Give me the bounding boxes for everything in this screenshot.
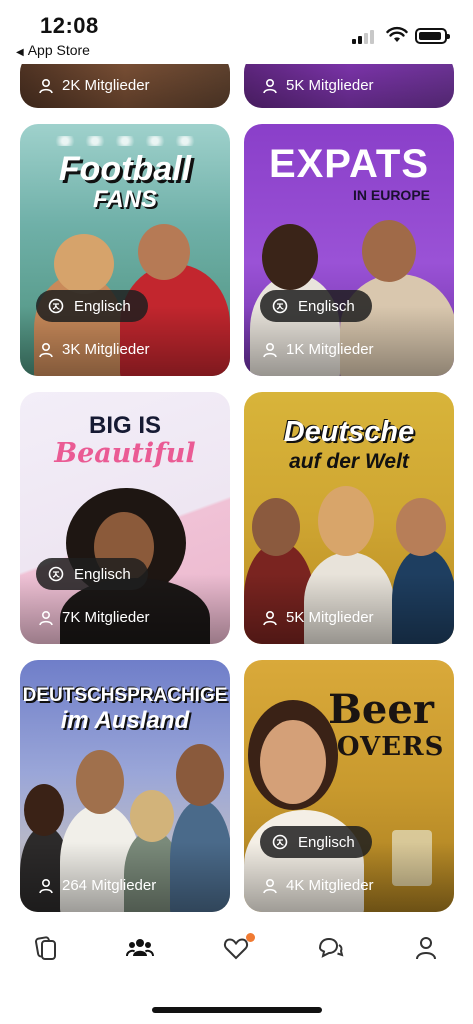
tab-profile[interactable] [412,934,442,964]
person-icon [263,610,277,625]
person-icon [39,78,53,93]
tab-community[interactable] [126,934,156,964]
expat-photo [262,224,318,290]
group-card-expats[interactable]: EXPATS IN EUROPE Englisch 1K Mitglieder [244,124,454,376]
translate-icon [272,298,288,314]
battery-icon [415,28,450,44]
friends-photo [76,750,124,814]
stadium-lights [50,136,200,146]
person-icon [263,78,277,93]
status-bar: 12:08 ◀ App Store [0,0,473,64]
language-chip: Englisch [36,290,148,322]
card-subtitle: auf der Welt [289,450,409,473]
member-count: 264 Mitglieder [38,877,156,894]
groups-feed[interactable]: 2K Mitglieder 5K Mitglieder Football FAN… [0,64,473,914]
person-icon [39,878,53,893]
group-card-deutschsprachige[interactable]: DEUTSCHSPRACHIGE im Ausland 264 Mitglied… [20,660,230,912]
chat-icon [318,937,344,958]
person-icon [263,342,277,357]
card-title: BIG IS [88,412,161,439]
tab-chat[interactable] [316,934,346,964]
card-title: Beer [328,686,434,733]
tab-bar [0,914,473,1024]
friends-photo [130,790,174,842]
member-count: 3K Mitglieder [38,341,150,358]
person-icon [39,610,53,625]
woman-photo [260,720,326,804]
cards-icon [35,936,56,960]
translate-icon [272,834,288,850]
group-card-football[interactable]: Football FANS Englisch 3K Mitglieder [20,124,230,376]
group-card-beer-lovers[interactable]: Beer LOVERS Englisch 4K Mitglieder [244,660,454,912]
tab-likes[interactable] [222,933,255,964]
member-count: 4K Mitglieder [262,877,374,894]
back-to-app-store[interactable]: ◀ App Store [16,42,90,58]
home-indicator [152,1007,322,1013]
translate-icon [48,566,64,582]
card-subtitle: im Ausland [60,707,190,734]
card-subtitle: FANS [92,186,157,213]
status-time: 12:08 [40,13,99,38]
back-label: App Store [27,42,90,58]
back-triangle-icon: ◀ [16,47,24,58]
friends-photo [24,784,64,836]
likes-badge [246,933,255,942]
language-chip: Englisch [260,290,372,322]
language-chip: Englisch [260,826,372,858]
member-count: 2K Mitglieder [38,77,150,94]
wifi-icon [386,26,408,42]
group-photo [318,486,374,556]
person-icon [39,342,53,357]
translate-icon [48,298,64,314]
fan-photo [138,224,190,280]
group-card-deutsche[interactable]: Deutsche auf der Welt 5K Mitglieder [244,392,454,644]
card-subtitle: IN EUROPE [352,187,430,203]
tab-cards[interactable] [32,934,62,964]
member-count: 5K Mitglieder [262,609,374,626]
profile-icon [416,937,436,960]
card-title: DEUTSCHSPRACHIGE [22,685,228,706]
expat-photo [362,220,416,282]
group-card[interactable]: 2K Mitglieder [20,64,230,108]
member-count: 5K Mitglieder [262,77,374,94]
member-count: 1K Mitglieder [262,341,374,358]
language-chip: Englisch [36,558,148,590]
group-photo [252,498,300,556]
friends-photo [176,744,224,806]
cellular-signal-icon [352,30,378,44]
card-title: Deutsche [283,416,415,448]
community-icon [126,939,154,957]
fan-photo [54,234,114,294]
card-title: EXPATS [268,142,430,186]
group-card[interactable]: 5K Mitglieder [244,64,454,108]
group-card-big-is-beautiful[interactable]: BIG IS Beautiful Englisch 7K Mitglieder [20,392,230,644]
group-photo [396,498,446,556]
member-count: 7K Mitglieder [38,609,150,626]
person-icon [263,878,277,893]
card-title: Football [58,150,192,188]
card-subtitle: Beautiful [54,438,196,469]
